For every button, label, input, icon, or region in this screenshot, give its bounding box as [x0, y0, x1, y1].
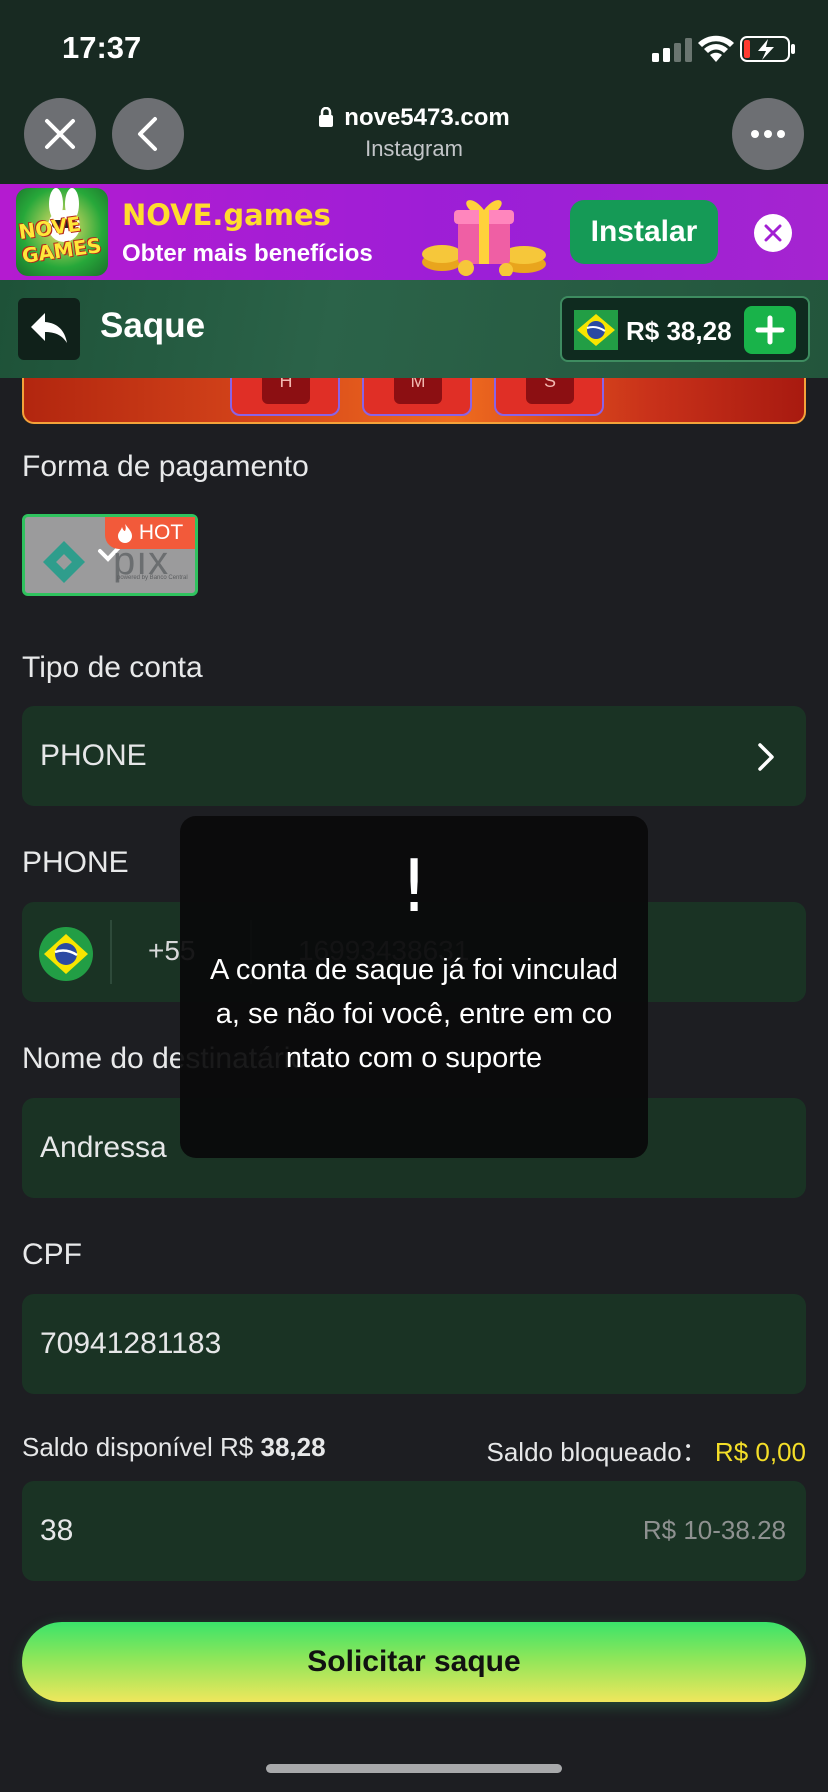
game-banner[interactable]: H M S — [22, 378, 806, 424]
account-type-value: PHONE — [40, 739, 147, 772]
plus-icon — [755, 315, 785, 345]
more-icon — [751, 130, 785, 138]
error-toast: ! A conta de saque já foi vinculada, se … — [180, 816, 648, 1158]
status-time: 17:37 — [62, 30, 142, 65]
blocked-balance-label: Saldo bloqueado： — [486, 1437, 708, 1467]
available-balance-label: Saldo disponível R$ — [22, 1432, 254, 1462]
page-title: Saque — [100, 306, 206, 345]
cellular-signal-icon — [652, 38, 692, 62]
game-tile: M — [362, 378, 472, 416]
cpf-label: CPF — [22, 1238, 82, 1271]
app-logo: NOVE GAMES — [16, 188, 108, 276]
fire-icon — [117, 524, 132, 543]
withdraw-amount-value: 38 — [40, 1514, 74, 1547]
cpf-field[interactable]: 70941281183 — [22, 1294, 806, 1394]
url-domain: nove5473.com — [344, 104, 510, 131]
withdraw-amount-range: R$ 10-38.28 — [642, 1515, 786, 1545]
banner-subtitle: Obter mais benefícios — [122, 240, 373, 267]
blocked-balance-value: R$ 0,00 — [714, 1437, 806, 1467]
payment-method-label: Forma de pagamento — [22, 450, 309, 483]
account-type-select[interactable]: PHONE — [22, 706, 806, 806]
browser-bar: nove5473.com Instagram — [0, 90, 828, 184]
exclamation-icon: ! — [399, 844, 429, 928]
available-balance-value: 38,28 — [260, 1432, 326, 1462]
url-source: Instagram — [365, 136, 463, 161]
deposit-button[interactable] — [744, 306, 796, 354]
page-header: Saque R$ 38,28 — [0, 280, 828, 378]
available-balance: Saldo disponível R$ 38,28 — [22, 1432, 326, 1463]
close-icon — [764, 224, 782, 242]
hot-badge: HOT — [105, 517, 195, 549]
recipient-name-value: Andressa — [40, 1131, 167, 1164]
wifi-icon — [698, 35, 734, 62]
phone-label: PHONE — [22, 846, 129, 879]
banner-title: NOVE.games — [122, 198, 331, 232]
wallet-balance: R$ 38,28 — [560, 296, 810, 362]
toast-message: A conta de saque já foi vinculada, se nã… — [210, 954, 618, 1074]
game-tile: S — [494, 378, 604, 416]
blocked-balance: Saldo bloqueado： R$ 0,00 — [487, 1432, 807, 1469]
install-banner: NOVE GAMES NOVE.games Obter mais benefíc… — [0, 184, 828, 280]
lock-icon — [319, 107, 334, 127]
divider — [110, 920, 112, 984]
url-display[interactable]: nove5473.com — [0, 104, 828, 132]
browser-menu-button[interactable] — [732, 98, 804, 170]
install-button[interactable]: Instalar — [570, 200, 718, 264]
withdraw-amount-field[interactable]: 38 R$ 10-38.28 — [22, 1481, 806, 1581]
game-tile: H — [230, 378, 340, 416]
brazil-flag-icon — [574, 310, 618, 350]
balance-amount: R$ 38,28 — [626, 316, 732, 346]
status-bar: 17:37 — [0, 0, 828, 90]
cpf-value: 70941281183 — [40, 1327, 222, 1360]
back-arrow-icon — [31, 313, 67, 343]
pix-caption: powered by Banco Central — [117, 575, 188, 581]
pix-payment-option[interactable]: pix powered by Banco Central HOT — [22, 514, 198, 596]
request-withdrawal-button[interactable]: Solicitar saque — [22, 1622, 806, 1702]
home-indicator[interactable] — [266, 1764, 562, 1773]
chevron-right-icon — [758, 743, 774, 771]
back-button[interactable] — [18, 298, 80, 360]
close-banner-button[interactable] — [754, 214, 792, 252]
battery-charging-icon — [740, 36, 795, 62]
brazil-flag-icon — [39, 927, 93, 981]
gift-coins-icon — [422, 200, 546, 276]
account-type-label: Tipo de conta — [22, 651, 203, 684]
pix-logo-icon — [43, 541, 85, 583]
